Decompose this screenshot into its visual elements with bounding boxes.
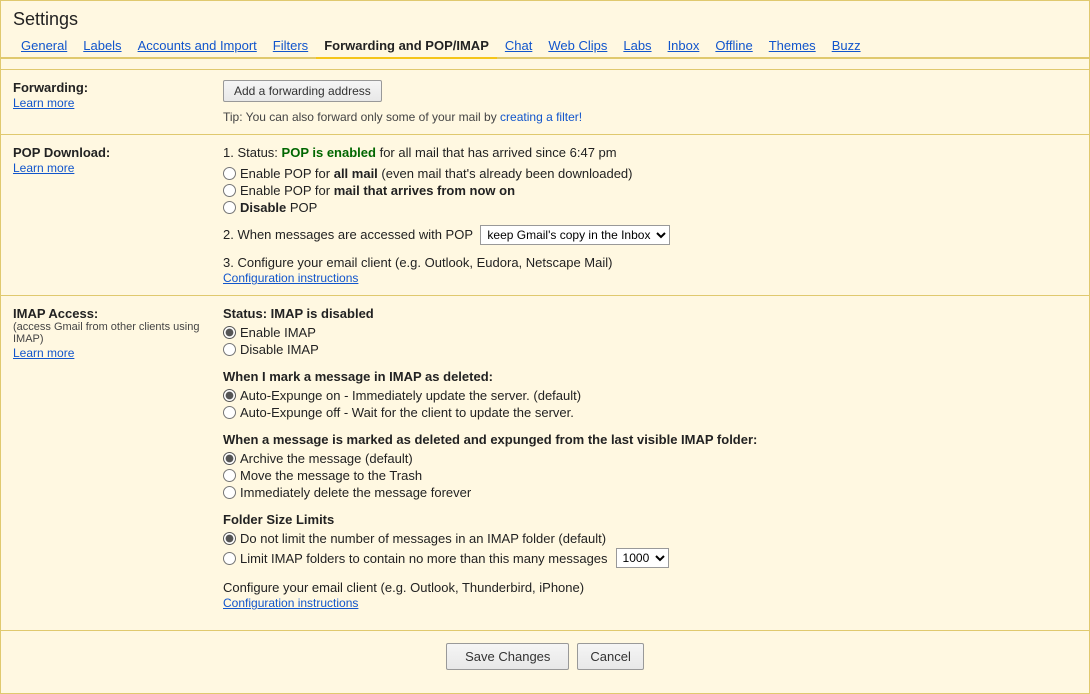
main-content: Forwarding: Learn more Add a forwarding … xyxy=(1,59,1089,630)
imap-delete-radio[interactable] xyxy=(223,486,236,499)
imap-disable-radio[interactable] xyxy=(223,343,236,356)
pop-radio3-text: Disable POP xyxy=(240,200,317,215)
tab-inbox[interactable]: Inbox xyxy=(660,34,708,57)
tab-forwarding[interactable]: Forwarding and POP/IMAP xyxy=(316,34,497,59)
tab-offline[interactable]: Offline xyxy=(707,34,760,57)
imap-no-limit-label[interactable]: Do not limit the number of messages in a… xyxy=(223,531,1077,546)
imap-delete-text: Immediately delete the message forever xyxy=(240,485,471,500)
pop-section3: 3. Configure your email client (e.g. Out… xyxy=(223,255,1077,285)
cancel-button[interactable]: Cancel xyxy=(577,643,643,670)
imap-config-link[interactable]: Configuration instructions xyxy=(223,596,358,610)
add-forwarding-button[interactable]: Add a forwarding address xyxy=(223,80,382,102)
imap-content: Status: IMAP is disabled Enable IMAP Dis… xyxy=(223,306,1077,610)
imap-enable-group: Enable IMAP Disable IMAP xyxy=(223,325,1077,357)
imap-enable-text: Enable IMAP xyxy=(240,325,316,340)
imap-label: IMAP Access: (access Gmail from other cl… xyxy=(13,306,223,610)
tab-buzz[interactable]: Buzz xyxy=(824,34,869,57)
tab-webclips[interactable]: Web Clips xyxy=(540,34,615,57)
save-button[interactable]: Save Changes xyxy=(446,643,569,670)
tip-text: Tip: You can also forward only some of y… xyxy=(223,110,497,124)
pop-status-prefix: 1. Status: xyxy=(223,145,278,160)
pop-status-suffix: for all mail that has arrived since 6:47… xyxy=(380,145,617,160)
pop-content: 1. Status: POP is enabled for all mail t… xyxy=(223,145,1077,285)
pop-action-select[interactable]: keep Gmail's copy in the Inbox xyxy=(480,225,670,245)
imap-section: IMAP Access: (access Gmail from other cl… xyxy=(1,295,1089,620)
imap-trash-radio[interactable] xyxy=(223,469,236,482)
pop-learn-more[interactable]: Learn more xyxy=(13,161,74,175)
imap-trash-text: Move the message to the Trash xyxy=(240,468,422,483)
imap-archive-text: Archive the message (default) xyxy=(240,451,413,466)
imap-limit-radio[interactable] xyxy=(223,552,236,565)
pop-radio2-text: Enable POP for mail that arrives from no… xyxy=(240,183,515,198)
imap-folder-size-title: Folder Size Limits xyxy=(223,512,1077,527)
imap-title: IMAP Access: xyxy=(13,306,213,321)
tab-filters[interactable]: Filters xyxy=(265,34,316,57)
imap-disable-text: Disable IMAP xyxy=(240,342,319,357)
pop-section: POP Download: Learn more 1. Status: POP … xyxy=(1,134,1089,295)
imap-configure-section: Configure your email client (e.g. Outloo… xyxy=(223,580,1077,610)
pop-radio2-label[interactable]: Enable POP for mail that arrives from no… xyxy=(223,183,1077,198)
pop-radio3[interactable] xyxy=(223,201,236,214)
imap-configure-eg: (e.g. Outlook, Thunderbird, iPhone) xyxy=(381,580,585,595)
forwarding-title: Forwarding: xyxy=(13,80,213,95)
tab-chat[interactable]: Chat xyxy=(497,34,540,57)
tab-labels[interactable]: Labels xyxy=(75,34,129,57)
imap-status-title: Status: IMAP is disabled xyxy=(223,306,1077,321)
forwarding-section: Forwarding: Learn more Add a forwarding … xyxy=(1,69,1089,134)
forwarding-learn-more[interactable]: Learn more xyxy=(13,96,74,110)
pop-radio1-text: Enable POP for all mail (even mail that'… xyxy=(240,166,633,181)
imap-learn-more[interactable]: Learn more xyxy=(13,346,74,360)
imap-archive-label[interactable]: Archive the message (default) xyxy=(223,451,1077,466)
imap-deleted-title: When I mark a message in IMAP as deleted… xyxy=(223,369,1077,384)
tab-themes[interactable]: Themes xyxy=(761,34,824,57)
pop-section2-prefix: 2. When messages are accessed with POP xyxy=(223,227,473,242)
pop-radio3-label[interactable]: Disable POP xyxy=(223,200,1077,215)
forwarding-tip: Tip: You can also forward only some of y… xyxy=(223,110,1077,124)
imap-folder-size-group: Do not limit the number of messages in a… xyxy=(223,531,1077,568)
forwarding-label: Forwarding: Learn more xyxy=(13,80,223,124)
pop-radio2[interactable] xyxy=(223,184,236,197)
imap-expunge-off-text: Auto-Expunge off - Wait for the client t… xyxy=(240,405,574,420)
imap-expunge-on-label[interactable]: Auto-Expunge on - Immediately update the… xyxy=(223,388,1077,403)
imap-expunge-group: Auto-Expunge on - Immediately update the… xyxy=(223,388,1077,420)
imap-enable-label[interactable]: Enable IMAP xyxy=(223,325,1077,340)
pop-status-value: POP is enabled xyxy=(282,145,376,160)
imap-expunge-on-text: Auto-Expunge on - Immediately update the… xyxy=(240,388,581,403)
imap-sub: (access Gmail from other clients using I… xyxy=(13,321,213,345)
pop-config-link[interactable]: Configuration instructions xyxy=(223,271,358,285)
imap-configure-title: Configure your email client xyxy=(223,580,377,595)
nav-tabs: General Labels Accounts and Import Filte… xyxy=(1,34,1089,59)
pop-label: POP Download: Learn more xyxy=(13,145,223,285)
imap-expunge-off-radio[interactable] xyxy=(223,406,236,419)
creating-filter-link[interactable]: creating a filter! xyxy=(500,110,582,124)
imap-delete-label[interactable]: Immediately delete the message forever xyxy=(223,485,1077,500)
imap-expunged-group: Archive the message (default) Move the m… xyxy=(223,451,1077,500)
pop-configure-text: 3. Configure your email client xyxy=(223,255,391,270)
imap-archive-radio[interactable] xyxy=(223,452,236,465)
pop-radio-group: Enable POP for all mail (even mail that'… xyxy=(223,166,1077,215)
page-title: Settings xyxy=(13,9,1077,30)
tab-labs[interactable]: Labs xyxy=(615,34,659,57)
imap-disable-label[interactable]: Disable IMAP xyxy=(223,342,1077,357)
imap-limit-label[interactable]: Limit IMAP folders to contain no more th… xyxy=(223,548,1077,568)
tab-general[interactable]: General xyxy=(13,34,75,57)
pop-radio1[interactable] xyxy=(223,167,236,180)
tab-accounts[interactable]: Accounts and Import xyxy=(130,34,265,57)
pop-radio1-label[interactable]: Enable POP for all mail (even mail that'… xyxy=(223,166,1077,181)
forwarding-content: Add a forwarding address Tip: You can al… xyxy=(223,80,1077,124)
imap-no-limit-radio[interactable] xyxy=(223,532,236,545)
pop-section2: 2. When messages are accessed with POP k… xyxy=(223,225,1077,245)
pop-status-line: 1. Status: POP is enabled for all mail t… xyxy=(223,145,1077,160)
imap-trash-label[interactable]: Move the message to the Trash xyxy=(223,468,1077,483)
imap-expunge-off-label[interactable]: Auto-Expunge off - Wait for the client t… xyxy=(223,405,1077,420)
imap-expunged-title: When a message is marked as deleted and … xyxy=(223,432,1077,447)
footer-bar: Save Changes Cancel xyxy=(1,630,1089,682)
pop-configure-eg: (e.g. Outlook, Eudora, Netscape Mail) xyxy=(395,255,613,270)
imap-expunge-on-radio[interactable] xyxy=(223,389,236,402)
imap-enable-radio[interactable] xyxy=(223,326,236,339)
pop-title: POP Download: xyxy=(13,145,213,160)
imap-limit-text: Limit IMAP folders to contain no more th… xyxy=(240,551,608,566)
imap-no-limit-text: Do not limit the number of messages in a… xyxy=(240,531,606,546)
imap-limit-select[interactable]: 1000 xyxy=(616,548,669,568)
